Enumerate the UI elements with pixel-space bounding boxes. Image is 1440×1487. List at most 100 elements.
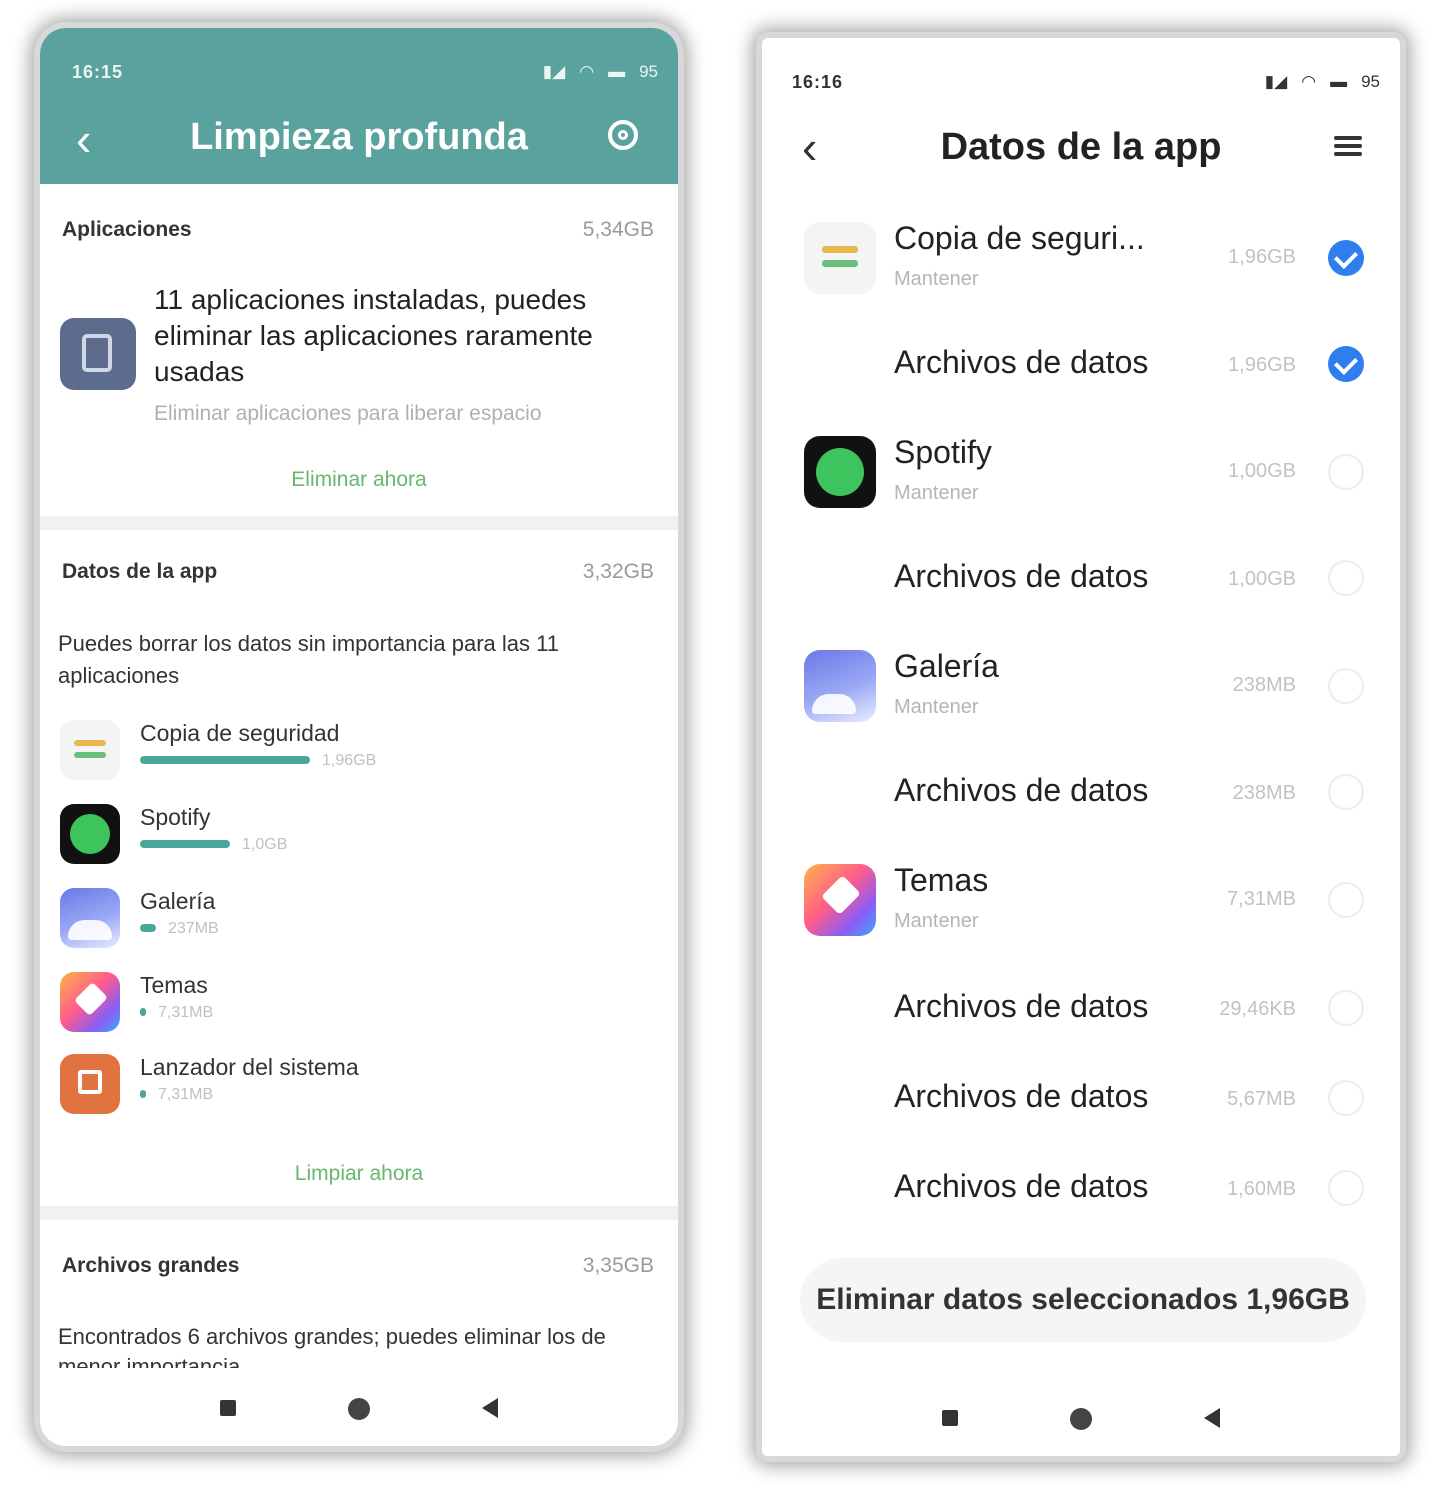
app-name: Galería [894, 648, 999, 684]
eliminate-now-button[interactable]: Eliminar ahora [40, 468, 678, 492]
usage-bar [140, 1090, 146, 1098]
back-triangle-icon[interactable] [482, 1398, 498, 1418]
deep-clean-header: 16:15 ▮◢ ◠ ▬ 95 ‹ Limpieza profunda [40, 28, 678, 184]
backup-icon [804, 222, 876, 294]
app-size: 7,31MB [158, 1086, 214, 1103]
delete-selected-button[interactable]: Eliminar datos seleccionados 1,96GB [800, 1258, 1366, 1342]
item-size: 1,96GB [1228, 354, 1296, 376]
section-size: 3,35GB [582, 1254, 654, 1277]
data-files-label: Archivos de datos [894, 344, 1149, 380]
list-item-backup[interactable]: Copia de seguri... Mantener 1,96GB [762, 218, 1400, 308]
battery-icon: ▬ [1330, 72, 1348, 91]
section-label: Archivos grandes [62, 1254, 240, 1277]
signal-icon: ▮◢ [542, 62, 566, 81]
select-checkbox[interactable] [1328, 240, 1364, 276]
apps-description: 11 aplicaciones instaladas, puedes elimi… [154, 284, 593, 387]
select-checkbox[interactable] [1328, 774, 1364, 810]
data-files-label: Archivos de datos [894, 558, 1149, 594]
app-name: Spotify [894, 434, 992, 470]
select-checkbox[interactable] [1328, 454, 1364, 490]
data-files-label: Archivos de datos [894, 1168, 1149, 1204]
item-size: 29,46KB [1219, 998, 1296, 1020]
navigation-bar [762, 1384, 1400, 1456]
signal-icon: ▮◢ [1264, 72, 1288, 91]
list-item-themes[interactable]: Temas Mantener 7,31MB [762, 860, 1400, 950]
uninstall-apps-icon [60, 318, 136, 390]
launcher-icon [60, 1054, 120, 1114]
select-checkbox[interactable] [1328, 1080, 1364, 1116]
select-checkbox[interactable] [1328, 346, 1364, 382]
list-item-data-files[interactable]: Archivos de datos 29,46KB [762, 972, 1400, 1044]
app-data-description: Puedes borrar los datos sin importancia … [58, 631, 559, 688]
sort-filter-icon[interactable] [1334, 136, 1362, 156]
usage-bar [140, 924, 156, 932]
list-item-spotify[interactable]: Spotify Mantener 1,00GB [762, 432, 1400, 522]
settings-gear-icon[interactable] [608, 120, 638, 150]
app-size: 1,96GB [322, 752, 377, 769]
list-item-data-files[interactable]: Archivos de datos 5,67MB [762, 1062, 1400, 1134]
home-circle-icon[interactable] [1070, 1408, 1092, 1430]
list-item-gallery[interactable]: Galería 237MB [40, 888, 678, 968]
usage-bar [140, 1008, 146, 1016]
select-checkbox[interactable] [1328, 560, 1364, 596]
data-files-label: Archivos de datos [894, 988, 1149, 1024]
page-title: Datos de la app [940, 126, 1222, 168]
gallery-icon [60, 888, 120, 948]
usage-bar [140, 840, 230, 848]
section-label: Aplicaciones [62, 218, 192, 241]
list-item-backup[interactable]: Copia de seguridad 1,96GB [40, 720, 678, 800]
select-checkbox[interactable] [1328, 668, 1364, 704]
keep-label: Mantener [894, 482, 979, 504]
app-name: Copia de seguri... [894, 220, 1145, 256]
select-checkbox[interactable] [1328, 990, 1364, 1026]
usage-bar [140, 756, 310, 764]
section-size: 5,34GB [582, 218, 654, 241]
list-item-spotify[interactable]: Spotify 1,0GB [40, 804, 678, 884]
back-triangle-icon[interactable] [1204, 1408, 1220, 1428]
clean-now-button[interactable]: Limpiar ahora [40, 1162, 678, 1186]
spotify-icon [60, 804, 120, 864]
keep-label: Mantener [894, 696, 979, 718]
app-size: 7,31MB [158, 1004, 214, 1021]
list-item-data-files[interactable]: Archivos de datos 1,96GB [762, 328, 1400, 400]
phone-deep-clean: 16:15 ▮◢ ◠ ▬ 95 ‹ Limpieza profunda Apli… [40, 28, 678, 1446]
select-checkbox[interactable] [1328, 1170, 1364, 1206]
app-name: Temas [894, 862, 989, 898]
large-files-description: Encontrados 6 archivos grandes; puedes e… [58, 1324, 606, 1368]
app-size: 1,0GB [242, 836, 288, 853]
item-size: 238MB [1232, 674, 1296, 696]
battery-icon: ▬ [608, 62, 626, 81]
list-item-themes[interactable]: Temas 7,31MB [40, 972, 678, 1052]
recents-square-icon[interactable] [942, 1410, 958, 1426]
wifi-icon: ◠ [1301, 72, 1317, 91]
app-name: Spotify [140, 804, 211, 830]
item-size: 238MB [1232, 782, 1296, 804]
status-icons: ▮◢ ◠ ▬ 95 [1265, 72, 1380, 92]
list-item-gallery[interactable]: Galería Mantener 238MB [762, 646, 1400, 736]
list-item-data-files[interactable]: Archivos de datos 238MB [762, 756, 1400, 828]
item-size: 7,31MB [1227, 888, 1296, 910]
themes-icon [804, 864, 876, 936]
status-time: 16:16 [792, 72, 844, 92]
themes-icon [60, 972, 120, 1032]
list-item-data-files[interactable]: Archivos de datos 1,60MB [762, 1152, 1400, 1224]
list-item-launcher[interactable]: Lanzador del sistema 7,31MB [40, 1054, 678, 1134]
list-item-data-files[interactable]: Archivos de datos 1,00GB [762, 542, 1400, 614]
navigation-bar [40, 1374, 678, 1446]
app-name: Galería [140, 888, 216, 914]
keep-label: Mantener [894, 268, 979, 290]
data-files-label: Archivos de datos [894, 772, 1149, 808]
wifi-icon: ◠ [579, 62, 595, 81]
status-icons: ▮◢ ◠ ▬ 95 [543, 62, 658, 82]
recents-square-icon[interactable] [220, 1400, 236, 1416]
battery-level: 95 [639, 62, 658, 81]
section-size: 3,32GB [582, 560, 654, 583]
status-time: 16:15 [72, 62, 124, 82]
section-divider [40, 516, 678, 530]
keep-label: Mantener [894, 910, 979, 932]
item-size: 1,96GB [1228, 246, 1296, 268]
select-checkbox[interactable] [1328, 882, 1364, 918]
app-name: Copia de seguridad [140, 720, 340, 746]
home-circle-icon[interactable] [348, 1398, 370, 1420]
section-divider [40, 1206, 678, 1220]
